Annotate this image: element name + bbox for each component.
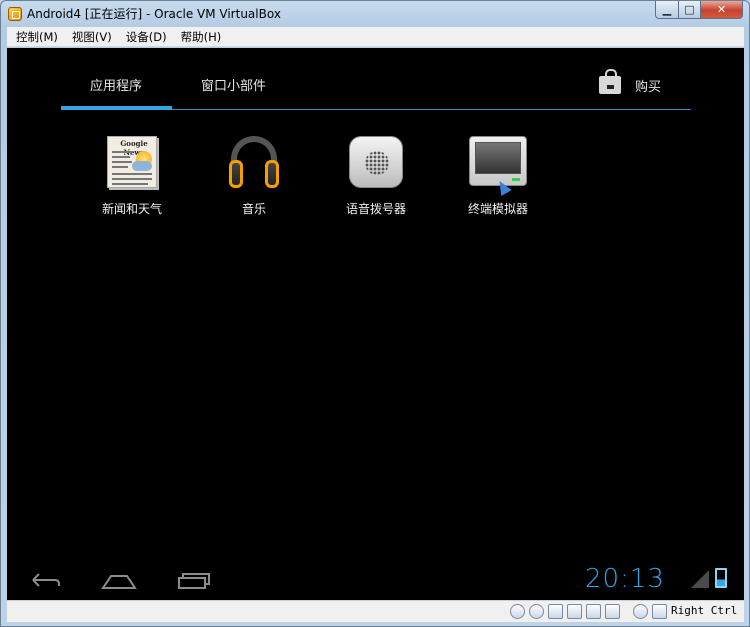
minimize-button[interactable]: ▁: [655, 1, 679, 19]
terminal-icon: [467, 134, 529, 197]
menu-devices[interactable]: 设备(D): [119, 27, 174, 47]
active-tab-indicator: [61, 106, 172, 110]
app-music[interactable]: 音乐: [204, 134, 304, 224]
close-button[interactable]: ✕: [701, 1, 743, 19]
home-icon: [101, 575, 137, 589]
app-label: 新闻和天气: [101, 202, 162, 216]
tab-widgets[interactable]: 窗口小部件: [201, 75, 266, 94]
recent-apps-icon: [178, 573, 210, 589]
mouse-integration-icon[interactable]: [633, 604, 648, 619]
headphones-icon: [223, 134, 285, 192]
clock: 20:13: [585, 564, 665, 594]
store-button[interactable]: 购买: [597, 69, 677, 98]
app-news-weather[interactable]: Google News 新闻和天气: [82, 134, 182, 224]
app-label: 终端模拟器: [467, 202, 528, 216]
app-terminal[interactable]: 终端模拟器: [448, 134, 548, 224]
network-icon[interactable]: [567, 604, 582, 619]
title-bar[interactable]: Android4 [正在运行] - Oracle VM VirtualBox ▁…: [1, 1, 749, 27]
shared-folders-icon[interactable]: [586, 604, 601, 619]
optical-drive-icon[interactable]: [529, 604, 544, 619]
app-label: 音乐: [241, 202, 266, 216]
tab-apps[interactable]: 应用程序: [90, 75, 142, 94]
menu-control[interactable]: 控制(M): [9, 27, 65, 47]
home-button[interactable]: [99, 568, 139, 592]
back-icon: [32, 573, 60, 587]
menu-help[interactable]: 帮助(H): [174, 27, 229, 47]
menu-bar: 控制(M) 视图(V) 设备(D) 帮助(H): [7, 27, 744, 47]
window-controls: ▁ □ ✕: [655, 1, 743, 19]
usb-icon[interactable]: [548, 604, 563, 619]
android-screen[interactable]: 应用程序 窗口小部件 购买 Google News 新闻和天气 音乐 语音拨号器…: [7, 48, 744, 600]
voice-dialer-icon: [345, 134, 407, 192]
maximize-button[interactable]: □: [679, 1, 701, 19]
back-button[interactable]: [25, 568, 65, 592]
shopping-bag-icon: [599, 69, 621, 94]
virtualbox-icon: [8, 7, 22, 21]
app-label: 语音拨号器: [345, 202, 406, 216]
capture-icon[interactable]: [605, 604, 620, 619]
window-title: Android4 [正在运行] - Oracle VM VirtualBox: [27, 7, 281, 21]
battery-icon: [715, 568, 727, 588]
keyboard-capture-icon[interactable]: [652, 604, 667, 619]
signal-icon: [691, 570, 709, 588]
hard-disk-icon[interactable]: [510, 604, 525, 619]
host-key-label: Right Ctrl: [671, 604, 738, 617]
status-bar: Right Ctrl: [7, 600, 744, 622]
app-drawer-tabs: 应用程序 窗口小部件 购买: [61, 48, 691, 112]
virtualbox-window: Android4 [正在运行] - Oracle VM VirtualBox ▁…: [0, 0, 750, 627]
store-label: 购买: [635, 80, 662, 95]
news-weather-icon: Google News: [101, 134, 163, 192]
app-voice-dialer[interactable]: 语音拨号器: [326, 134, 426, 224]
android-nav-bar: 20:13: [7, 556, 744, 600]
menu-view[interactable]: 视图(V): [65, 27, 119, 47]
recent-apps-button[interactable]: [173, 568, 213, 592]
